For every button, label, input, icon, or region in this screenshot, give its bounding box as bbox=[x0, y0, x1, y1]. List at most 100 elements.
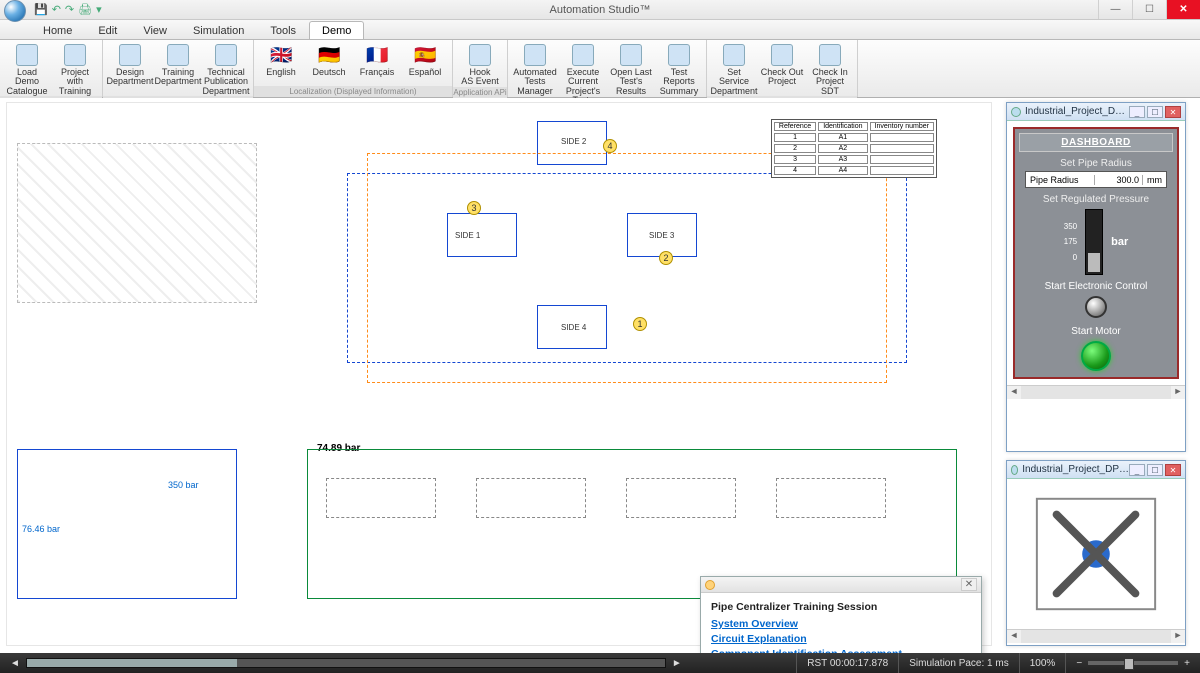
qat-undo-icon[interactable]: ↶ bbox=[52, 3, 61, 16]
diagram-panel-close-button[interactable]: ✕ bbox=[1165, 464, 1181, 476]
quick-access-toolbar: 💾 ↶ ↷ 🖨 ▾ bbox=[34, 3, 102, 16]
qat-more-icon[interactable]: ▾ bbox=[96, 3, 102, 16]
lang-espanol-icon: 🇪🇸 bbox=[414, 44, 436, 66]
design-department-button[interactable]: DesignDepartment bbox=[107, 42, 153, 96]
ribbon-btn-label: Français bbox=[360, 68, 395, 77]
check-out-project-button[interactable]: Check OutProject bbox=[759, 42, 805, 96]
dashboard-panel-max-button[interactable]: ☐ bbox=[1147, 106, 1163, 118]
ribbon-btn-label: Deutsch bbox=[312, 68, 345, 77]
tab-tools[interactable]: Tools bbox=[257, 21, 309, 39]
centralizer-diagram bbox=[1007, 479, 1185, 629]
diagram-panel-min-button[interactable]: _ bbox=[1129, 464, 1145, 476]
dashboard-panel-min-button[interactable]: _ bbox=[1129, 106, 1145, 118]
pressure-gauge-unit: bar bbox=[1111, 236, 1128, 248]
zoom-slider[interactable] bbox=[1088, 661, 1178, 665]
status-zoom: 100% bbox=[1019, 653, 1066, 673]
window-close-button[interactable]: ✕ bbox=[1166, 0, 1200, 19]
automated-tests-manager-button[interactable]: AutomatedTests Manager bbox=[512, 42, 558, 106]
training-popup-title: Pipe Centralizer Training Session bbox=[711, 601, 971, 613]
lang-english-icon: 🇬🇧 bbox=[270, 44, 292, 66]
ribbon-group: DesignDepartmentTrainingDepartmentTechni… bbox=[103, 40, 254, 97]
qat-save-icon[interactable]: 💾 bbox=[34, 3, 48, 16]
dashboard-heading: DASHBOARD bbox=[1019, 133, 1173, 152]
diagram-panel-max-button[interactable]: ☐ bbox=[1147, 464, 1163, 476]
start-motor-button[interactable] bbox=[1081, 341, 1111, 371]
open-last-results-button[interactable]: Open LastTest's Results bbox=[608, 42, 654, 106]
directional-valve-2 bbox=[476, 478, 586, 518]
pressure-gauge-bar[interactable] bbox=[1085, 209, 1103, 275]
scroll-track[interactable] bbox=[1021, 630, 1171, 643]
pump-pressure-readout: 76.46 bar bbox=[22, 524, 60, 534]
ribbon-btn-label: Summary bbox=[660, 87, 699, 96]
sim-progress-bar[interactable] bbox=[26, 658, 666, 668]
scroll-left-icon[interactable]: ◄ bbox=[1007, 386, 1021, 399]
reference-table: ReferenceIdentificationInventory number1… bbox=[771, 119, 937, 178]
status-bar: ◄ ► RST 00:00:17.878 Simulation Pace: 1 … bbox=[0, 653, 1200, 673]
tab-simulation[interactable]: Simulation bbox=[180, 21, 257, 39]
training-link-1[interactable]: Circuit Explanation bbox=[711, 632, 971, 647]
tab-edit[interactable]: Edit bbox=[85, 21, 130, 39]
check-out-project-icon bbox=[771, 44, 793, 66]
scroll-track[interactable] bbox=[1021, 386, 1171, 399]
check-in-project-sdt-button[interactable]: Check InProject SDT bbox=[807, 42, 853, 96]
sim-prev-icon[interactable]: ◄ bbox=[10, 658, 20, 669]
dashboard-widget: DASHBOARD Set Pipe Radius Pipe Radius 30… bbox=[1013, 127, 1179, 379]
ribbon-group-label: Application APi bbox=[453, 87, 507, 98]
qat-print-icon[interactable]: 🖨 bbox=[78, 3, 92, 16]
test-reports-summary-button[interactable]: Test ReportsSummary bbox=[656, 42, 702, 106]
sim-next-icon[interactable]: ► bbox=[672, 658, 682, 669]
dashboard-panel-hscroll[interactable]: ◄ ► bbox=[1007, 385, 1185, 399]
scroll-left-icon[interactable]: ◄ bbox=[1007, 630, 1021, 643]
lang-deutsch-button[interactable]: 🇩🇪Deutsch bbox=[306, 42, 352, 86]
ref-table-cell bbox=[870, 133, 934, 142]
training-link-0[interactable]: System Overview bbox=[711, 617, 971, 632]
status-pace: Simulation Pace: 1 ms bbox=[898, 653, 1019, 673]
ribbon-btn-label: Project bbox=[768, 77, 796, 86]
lang-espanol-button[interactable]: 🇪🇸Español bbox=[402, 42, 448, 86]
zoom-controls: − + bbox=[1065, 653, 1200, 673]
training-department-button[interactable]: TrainingDepartment bbox=[155, 42, 201, 96]
load-demo-catalogue-button[interactable]: Load DemoCatalogue bbox=[4, 42, 50, 96]
ribbon-btn-label: English bbox=[266, 68, 296, 77]
dashboard-panel-header[interactable]: Industrial_Project_D… _ ☐ ✕ bbox=[1007, 103, 1185, 121]
schematic-canvas[interactable]: SIDE 2 SIDE 1 SIDE 3 SIDE 4 1 2 3 4 Refe… bbox=[6, 102, 992, 646]
design-department-icon bbox=[119, 44, 141, 66]
window-minimize-button[interactable]: — bbox=[1098, 0, 1132, 19]
ref-table-cell: 4 bbox=[774, 166, 816, 175]
ribbon-btn-label: Technical Publication bbox=[203, 68, 249, 87]
tech-pub-department-button[interactable]: Technical PublicationDepartment bbox=[203, 42, 249, 96]
dashboard-panel-close-button[interactable]: ✕ bbox=[1165, 106, 1181, 118]
tab-home[interactable]: Home bbox=[30, 21, 85, 39]
ribbon-btn-label: Department bbox=[154, 77, 201, 86]
set-service-department-icon bbox=[723, 44, 745, 66]
execute-current-tests-button[interactable]: Execute CurrentProject's Tests bbox=[560, 42, 606, 106]
project-with-training-button[interactable]: Project withTraining bbox=[52, 42, 98, 96]
zoom-out-icon[interactable]: − bbox=[1076, 658, 1082, 669]
tab-demo[interactable]: Demo bbox=[309, 21, 364, 39]
tab-view[interactable]: View bbox=[130, 21, 180, 39]
training-popup-titlebar[interactable]: ✕ bbox=[701, 577, 981, 593]
scroll-right-icon[interactable]: ► bbox=[1171, 386, 1185, 399]
training-popup-close-button[interactable]: ✕ bbox=[961, 578, 977, 591]
ref-table-header: Reference bbox=[774, 122, 816, 131]
diagram-panel-header[interactable]: Industrial_Project_DP… _ ☐ ✕ bbox=[1007, 461, 1185, 479]
pipe-radius-field[interactable]: Pipe Radius 300.0 mm bbox=[1025, 171, 1167, 188]
qat-redo-icon[interactable]: ↷ bbox=[65, 3, 74, 16]
ref-table-cell bbox=[870, 155, 934, 164]
lang-francais-button[interactable]: 🇫🇷Français bbox=[354, 42, 400, 86]
electronic-control-toggle[interactable] bbox=[1085, 296, 1107, 318]
directional-valve-3 bbox=[626, 478, 736, 518]
central-circuit: SIDE 2 SIDE 1 SIDE 3 SIDE 4 1 2 3 4 Refe… bbox=[307, 113, 967, 433]
ribbon-group-label: Localization (Displayed Information) bbox=[254, 86, 452, 97]
set-service-department-button[interactable]: Set ServiceDepartment bbox=[711, 42, 757, 96]
ref-table-cell: A1 bbox=[818, 133, 867, 142]
window-maximize-button[interactable]: ☐ bbox=[1132, 0, 1166, 19]
pipe-radius-value[interactable]: 300.0 bbox=[1094, 175, 1142, 185]
app-orb-icon[interactable] bbox=[4, 0, 26, 22]
scroll-right-icon[interactable]: ► bbox=[1171, 630, 1185, 643]
lang-english-button[interactable]: 🇬🇧 English bbox=[258, 42, 304, 86]
zoom-in-icon[interactable]: + bbox=[1184, 658, 1190, 669]
load-demo-catalogue-icon bbox=[16, 44, 38, 66]
diagram-panel-hscroll[interactable]: ◄ ► bbox=[1007, 629, 1185, 643]
hook-as-event-button[interactable]: HookAS Event bbox=[457, 42, 503, 87]
